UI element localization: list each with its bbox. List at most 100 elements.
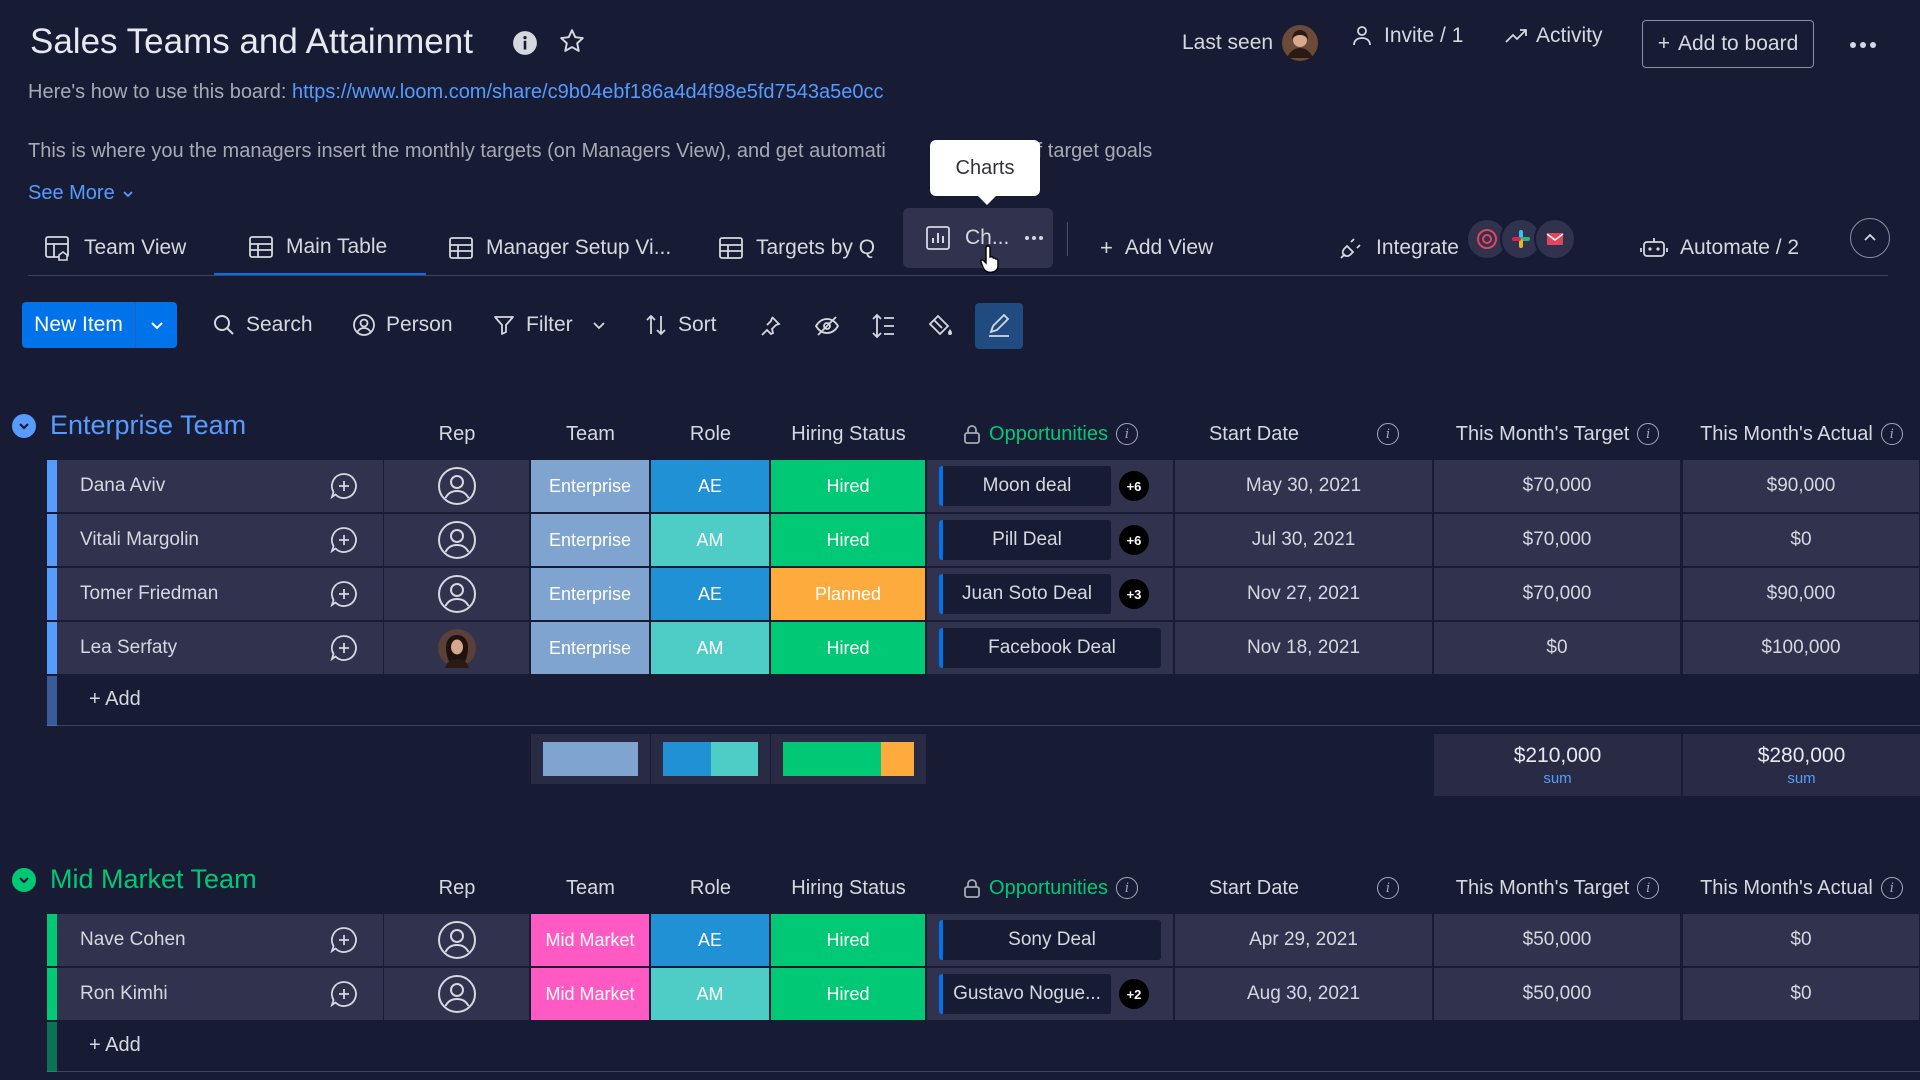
see-more-link[interactable]: See More bbox=[28, 182, 135, 205]
add-item-label[interactable]: + Add bbox=[89, 1034, 141, 1057]
start-date-cell[interactable]: May 30, 2021 bbox=[1175, 460, 1433, 513]
item-name[interactable]: Ron Kimhi bbox=[80, 983, 168, 1005]
add-update-icon[interactable] bbox=[329, 579, 359, 609]
table-row[interactable]: Ron Kimhi Mid Market AM Hired Gustavo Nogue.… bbox=[47, 968, 1920, 1021]
add-item-row[interactable]: + Add bbox=[47, 676, 1920, 726]
info-icon[interactable]: i bbox=[1880, 877, 1903, 899]
rep-cell[interactable] bbox=[384, 568, 530, 621]
tab-options-icon[interactable] bbox=[1023, 227, 1045, 249]
column-header-hiring[interactable]: Hiring Status bbox=[771, 868, 926, 908]
column-header-target[interactable]: This Month's Target i bbox=[1434, 414, 1681, 454]
person-icon[interactable] bbox=[437, 920, 477, 960]
group-title[interactable]: Mid Market Team bbox=[12, 864, 257, 895]
actual-cell[interactable]: $0 bbox=[1683, 514, 1920, 567]
column-header-team[interactable]: Team bbox=[531, 414, 650, 454]
automate-button[interactable]: Automate / 2 bbox=[1640, 220, 1799, 276]
item-name-cell[interactable]: Ron Kimhi bbox=[47, 968, 384, 1021]
team-summary-bar[interactable] bbox=[531, 734, 650, 784]
hiring-status-cell[interactable]: Hired bbox=[771, 622, 926, 675]
item-name-cell[interactable]: Tomer Friedman bbox=[47, 568, 384, 621]
role-cell[interactable]: AM bbox=[651, 514, 770, 567]
team-cell[interactable]: Mid Market bbox=[531, 968, 650, 1021]
star-icon[interactable] bbox=[559, 28, 585, 54]
chevron-down-icon[interactable] bbox=[591, 317, 607, 333]
status-summary-bar[interactable] bbox=[771, 734, 926, 784]
actual-cell[interactable]: $90,000 bbox=[1683, 460, 1920, 513]
role-cell[interactable]: AE bbox=[651, 460, 770, 513]
info-icon[interactable]: i bbox=[1115, 423, 1138, 445]
add-item-row[interactable]: + Add bbox=[47, 1022, 1920, 1072]
integration-icons[interactable] bbox=[1466, 218, 1576, 260]
role-cell[interactable]: AM bbox=[651, 968, 770, 1021]
table-row[interactable]: Dana Aviv Enterprise AE Hired Moon deal +6 May… bbox=[47, 460, 1920, 513]
new-item-main[interactable]: New Item bbox=[22, 302, 136, 348]
loom-link[interactable]: https://www.loom.com/share/c9b04ebf186a4… bbox=[292, 81, 884, 103]
add-update-icon[interactable] bbox=[329, 979, 359, 1009]
opportunities-cell[interactable]: Gustavo Nogue... +2 bbox=[927, 968, 1174, 1021]
team-cell[interactable]: Enterprise bbox=[531, 622, 650, 675]
team-cell[interactable]: Enterprise bbox=[531, 514, 650, 567]
group-title[interactable]: Enterprise Team bbox=[12, 410, 246, 441]
opportunity-chip[interactable]: Pill Deal bbox=[939, 520, 1111, 560]
integrate-button[interactable]: Integrate bbox=[1338, 220, 1459, 276]
chevron-down-icon[interactable] bbox=[12, 413, 36, 438]
start-date-cell[interactable]: Aug 30, 2021 bbox=[1175, 968, 1433, 1021]
avatar[interactable] bbox=[437, 628, 477, 668]
opportunities-cell[interactable]: Juan Soto Deal +3 bbox=[927, 568, 1174, 621]
person-icon[interactable] bbox=[437, 574, 477, 614]
search-button[interactable]: Search bbox=[212, 302, 313, 348]
actual-cell[interactable]: $0 bbox=[1683, 968, 1920, 1021]
more-items-badge[interactable]: +6 bbox=[1119, 525, 1149, 555]
add-update-icon[interactable] bbox=[329, 525, 359, 555]
paint-bucket-icon[interactable] bbox=[921, 306, 961, 346]
chevron-down-icon[interactable] bbox=[12, 867, 36, 892]
hiring-status-cell[interactable]: Planned bbox=[771, 568, 926, 621]
rep-cell[interactable] bbox=[384, 968, 530, 1021]
opportunities-cell[interactable]: Pill Deal +6 bbox=[927, 514, 1174, 567]
column-header-rep[interactable]: Rep bbox=[384, 868, 530, 908]
add-item-label[interactable]: + Add bbox=[89, 688, 141, 711]
item-name[interactable]: Vitali Margolin bbox=[80, 529, 199, 551]
column-header-role[interactable]: Role bbox=[651, 414, 770, 454]
table-row[interactable]: Tomer Friedman Enterprise AE Planned Juan So… bbox=[47, 568, 1920, 621]
column-header-hiring[interactable]: Hiring Status bbox=[771, 414, 926, 454]
item-name[interactable]: Dana Aviv bbox=[80, 475, 165, 497]
column-header-opps[interactable]: Opportunities i bbox=[927, 868, 1174, 908]
rep-cell[interactable] bbox=[384, 622, 530, 675]
activity-button[interactable]: Activity bbox=[1504, 24, 1603, 48]
item-name[interactable]: Nave Cohen bbox=[80, 929, 186, 951]
info-icon[interactable]: i bbox=[1115, 877, 1138, 899]
target-cell[interactable]: $70,000 bbox=[1434, 460, 1681, 513]
info-icon[interactable]: i bbox=[1880, 423, 1903, 445]
add-update-icon[interactable] bbox=[329, 925, 359, 955]
hiring-status-cell[interactable]: Hired bbox=[771, 460, 926, 513]
table-row[interactable]: Lea Serfaty Enterprise AM Hired Facebook Dea… bbox=[47, 622, 1920, 675]
column-header-start[interactable]: Start Date i bbox=[1175, 414, 1433, 454]
info-icon[interactable]: i bbox=[1637, 423, 1660, 445]
opportunity-chip[interactable]: Moon deal bbox=[939, 466, 1111, 506]
hiring-status-cell[interactable]: Hired bbox=[771, 914, 926, 967]
add-to-board-button[interactable]: + Add to board bbox=[1642, 20, 1814, 68]
target-cell[interactable]: $0 bbox=[1434, 622, 1681, 675]
start-date-cell[interactable]: Nov 27, 2021 bbox=[1175, 568, 1433, 621]
column-header-start[interactable]: Start Date i bbox=[1175, 868, 1433, 908]
opportunities-cell[interactable]: Moon deal +6 bbox=[927, 460, 1174, 513]
more-items-badge[interactable]: +3 bbox=[1119, 579, 1149, 609]
more-items-badge[interactable]: +2 bbox=[1119, 979, 1149, 1009]
item-name-cell[interactable]: Lea Serfaty bbox=[47, 622, 384, 675]
new-item-button[interactable]: New Item bbox=[22, 302, 177, 348]
hiring-status-cell[interactable]: Hired bbox=[771, 514, 926, 567]
opportunities-cell[interactable]: Sony Deal bbox=[927, 914, 1174, 967]
team-cell[interactable]: Mid Market bbox=[531, 914, 650, 967]
opportunity-chip[interactable]: Juan Soto Deal bbox=[939, 574, 1111, 614]
item-name[interactable]: Lea Serfaty bbox=[80, 637, 177, 659]
filter-button[interactable]: Filter bbox=[492, 302, 607, 348]
person-icon[interactable] bbox=[437, 520, 477, 560]
target-cell[interactable]: $50,000 bbox=[1434, 914, 1681, 967]
hiring-status-cell[interactable]: Hired bbox=[771, 968, 926, 1021]
more-items-badge[interactable]: +6 bbox=[1119, 471, 1149, 501]
opportunity-chip[interactable]: Gustavo Nogue... bbox=[939, 974, 1111, 1014]
column-header-actual[interactable]: This Month's Actual i bbox=[1683, 414, 1920, 454]
tab-manager-setup[interactable]: Manager Setup Vi... bbox=[448, 220, 671, 276]
opportunity-chip[interactable]: Facebook Deal bbox=[939, 628, 1161, 668]
